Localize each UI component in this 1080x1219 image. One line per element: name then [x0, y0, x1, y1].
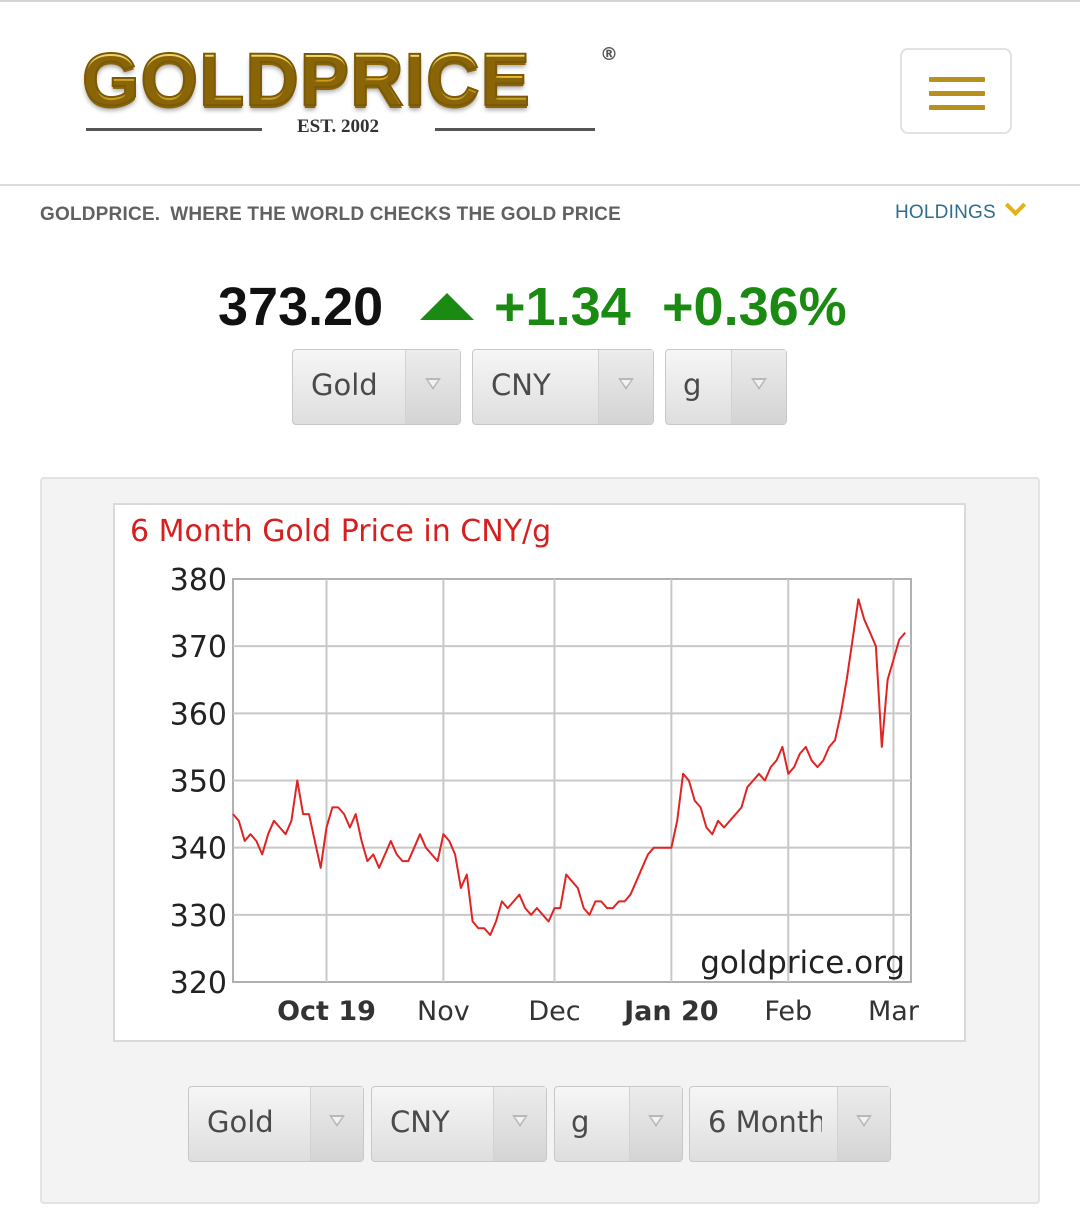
chart-currency-select[interactable]: CNY	[371, 1086, 547, 1162]
chevron-down-icon	[329, 1115, 345, 1127]
y-tick-label: 380	[170, 563, 227, 598]
chart-metal-select[interactable]: Gold	[188, 1086, 364, 1162]
x-tick-label: Feb	[764, 996, 812, 1027]
x-tick-label: Mar	[868, 996, 920, 1027]
y-tick-label: 320	[170, 966, 227, 1001]
y-tick-label: 370	[170, 630, 227, 665]
gold-price-chart: 380 370 360 350 340 330 320 Oct 19 Nov Dec Jan 20 F…	[170, 563, 920, 1027]
dropdown-toggle[interactable]	[310, 1087, 363, 1161]
chart-period-select-value: 6 Month	[708, 1105, 822, 1139]
y-tick-label: 330	[170, 899, 227, 934]
y-tick-label: 340	[170, 832, 227, 867]
chart-unit-select[interactable]: g	[554, 1086, 683, 1162]
dropdown-toggle[interactable]	[493, 1087, 546, 1161]
x-tick-label: Jan 20	[622, 996, 718, 1027]
x-tick-label: Nov	[417, 996, 470, 1027]
chevron-down-icon	[856, 1115, 872, 1127]
chart-period-select[interactable]: 6 Month	[689, 1086, 891, 1162]
y-tick-label: 350	[170, 765, 227, 800]
y-tick-label: 360	[170, 697, 227, 732]
dropdown-toggle[interactable]	[837, 1087, 890, 1161]
chart-metal-select-value: Gold	[207, 1105, 274, 1139]
dropdown-toggle[interactable]	[629, 1087, 682, 1161]
chart-currency-select-value: CNY	[390, 1105, 450, 1139]
chart-unit-select-value: g	[571, 1105, 590, 1139]
x-tick-label: Oct 19	[277, 996, 376, 1027]
chevron-down-icon	[512, 1115, 528, 1127]
x-tick-label: Dec	[528, 996, 580, 1027]
chevron-down-icon	[648, 1115, 664, 1127]
chart-watermark: goldprice.org	[700, 945, 905, 981]
